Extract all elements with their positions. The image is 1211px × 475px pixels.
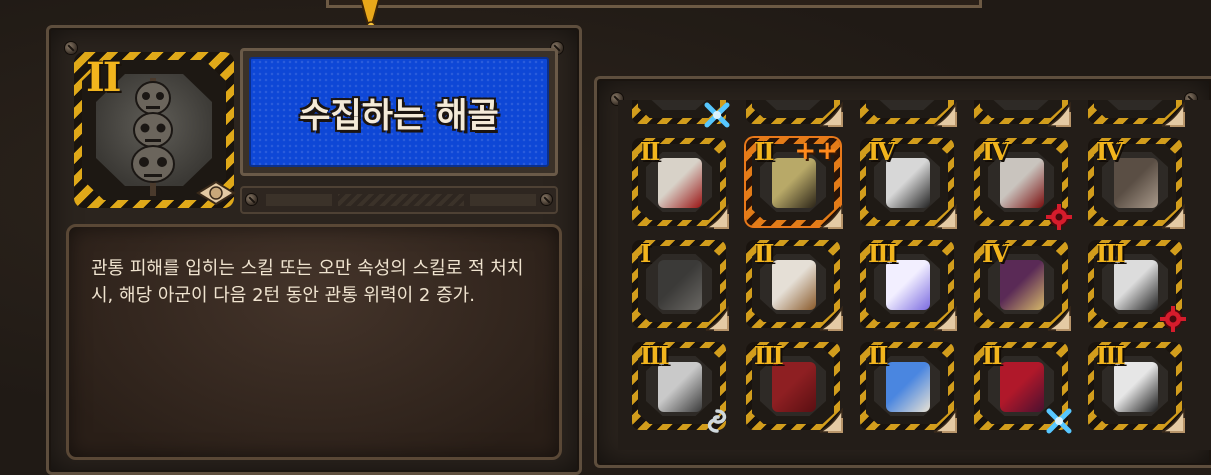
item-name: 수집하는 해골 <box>299 95 499 136</box>
inventory-slot[interactable]: II <box>974 341 1072 434</box>
cream-corner-icon <box>1047 306 1071 331</box>
cream-corner-icon <box>819 102 843 127</box>
inventory-slot[interactable]: III <box>1088 239 1186 332</box>
slot-tier: II <box>754 137 775 166</box>
slot-tier: III <box>754 341 784 370</box>
inventory-slot[interactable]: I <box>632 239 729 331</box>
inventory-slot[interactable]: II <box>746 239 843 331</box>
inventory-slot[interactable]: IV <box>860 137 957 229</box>
cream-corner-icon <box>933 204 957 229</box>
bloody-bone-icon <box>658 158 702 208</box>
slot-tier: III <box>1096 341 1126 370</box>
rivet-icon <box>541 194 552 205</box>
slot-tier: II <box>754 239 775 268</box>
slot-tier: IV <box>982 137 1010 166</box>
cream-corner-icon <box>705 306 729 331</box>
blue-cross-icon <box>1046 408 1072 434</box>
top-banner-edge <box>326 0 982 8</box>
slot-tier: IV <box>1096 137 1124 166</box>
slot-tier: III <box>640 341 670 370</box>
inventory-slot[interactable] <box>746 100 843 127</box>
paper-stack-icon <box>772 260 816 310</box>
inventory-slot[interactable]: II ++ <box>746 136 843 229</box>
item-tier: II <box>86 54 121 101</box>
red-gear-icon <box>1046 204 1072 230</box>
slot-tier: III <box>868 239 898 268</box>
cream-corner-icon <box>819 408 843 433</box>
inventory-slot[interactable]: IV <box>974 137 1072 230</box>
cream-corner-icon <box>819 306 843 331</box>
inventory-slot[interactable]: II <box>860 341 957 433</box>
silver-swirl-icon <box>707 409 727 433</box>
item-description: 관통 피해를 입히는 스킬 또는 오만 속성의 스킬로 적 처치 시, 해당 아… <box>91 258 524 306</box>
cream-corner-icon <box>1161 204 1185 229</box>
cream-corner-icon <box>1047 102 1071 127</box>
rivet-icon <box>65 42 77 54</box>
slot-tier: II <box>982 341 1003 370</box>
inventory-slot[interactable]: III <box>632 341 727 433</box>
slot-tier: IV <box>868 137 896 166</box>
iron-box-icon <box>658 260 702 310</box>
upgrade-plus: ++ <box>794 136 838 166</box>
inventory-slot[interactable]: III <box>746 341 843 433</box>
inventory-slot[interactable] <box>632 100 730 128</box>
slot-tier: III <box>1096 239 1126 268</box>
item-title-box: 수집하는 해골 <box>240 48 558 176</box>
rivet-icon <box>246 194 257 205</box>
slot-tier: II <box>868 341 889 370</box>
red-gear-icon <box>1160 306 1186 332</box>
can-drink-icon <box>886 362 930 412</box>
cream-corner-icon <box>933 306 957 331</box>
inventory-slot[interactable]: III <box>860 239 957 331</box>
slot-tier: I <box>640 239 651 268</box>
inventory-slot[interactable] <box>974 100 1071 127</box>
cream-corner-icon <box>1161 408 1185 433</box>
inventory-slot[interactable]: II <box>632 137 729 229</box>
inventory-slot[interactable] <box>860 100 957 127</box>
slot-tier: IV <box>982 239 1010 268</box>
cream-corner-icon <box>1161 102 1185 127</box>
skull-stack-icon <box>131 78 175 196</box>
cream-corner-icon <box>705 204 729 229</box>
cream-corner-icon <box>933 408 957 433</box>
blue-cross-icon <box>704 102 730 128</box>
inventory-slot[interactable]: III <box>1088 341 1185 433</box>
anatomical-heart-icon <box>1000 362 1044 412</box>
cream-corner-icon <box>933 102 957 127</box>
item-description-box: 관통 피해를 입히는 스킬 또는 오만 속성의 스킬로 적 처치 시, 해당 아… <box>66 224 562 460</box>
inventory-slot[interactable] <box>1088 100 1185 127</box>
inventory-grid[interactable]: II II ++ IV IV IV I II III IV III III III II II III <box>618 100 1211 450</box>
cream-corner-icon <box>196 180 236 206</box>
slot-tier: II <box>640 137 661 166</box>
cream-corner-icon <box>819 204 843 229</box>
slot-bar <box>240 186 558 214</box>
inventory-slot[interactable]: IV <box>1088 137 1185 229</box>
inventory-slot[interactable]: IV <box>974 239 1071 331</box>
